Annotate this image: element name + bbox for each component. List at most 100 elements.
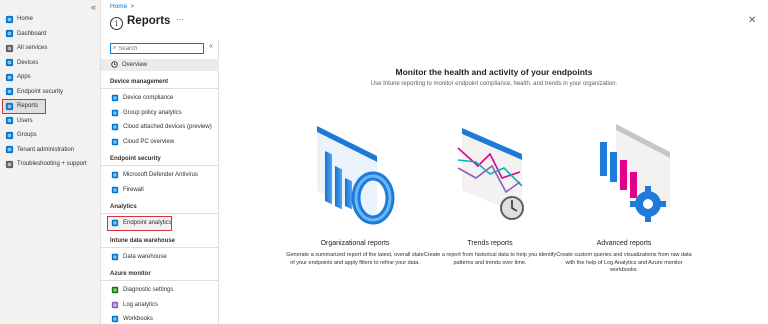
menu-item-label: Endpoint analytics <box>123 220 172 227</box>
menu-section-header: Analytics <box>101 201 219 214</box>
menu-item-diagnostic-settings[interactable]: Diagnostic settings <box>101 283 219 298</box>
left-navigation: « Home Dashboard All services Devices Apps En… <box>0 0 101 324</box>
nav-item-label: All services <box>17 45 48 52</box>
menu-section-header: Intune data warehouse <box>101 235 219 248</box>
menu-item-label: Log analytics <box>123 301 159 308</box>
log-analytics-icon <box>111 301 119 309</box>
menu-item-data-warehouse[interactable]: Data warehouse <box>101 250 219 265</box>
defender-icon <box>111 171 119 179</box>
nav-item-label: Devices <box>17 59 39 66</box>
nav-item-label: Groups <box>17 132 37 139</box>
menu-section-header: Device management <box>101 76 219 89</box>
reports-menu: ⌕ « Overview Device management Device com… <box>101 40 219 324</box>
menu-section-header: Endpoint security <box>101 153 219 166</box>
search-box[interactable]: ⌕ <box>110 43 204 54</box>
endpoint-security-icon <box>5 87 14 96</box>
card-title: Advanced reports <box>596 240 652 247</box>
menu-item-label: Firewall <box>123 186 144 193</box>
menu-item-microsoft-defender-antivirus[interactable]: Microsoft Defender Antivirus <box>101 168 219 183</box>
menu-item-label: Cloud attached devices (preview) <box>123 124 212 131</box>
firewall-icon <box>111 186 119 194</box>
apps-icon <box>5 73 14 82</box>
menu-item-log-analytics[interactable]: Log analytics <box>101 298 219 313</box>
menu-item-cloud-pc-overview[interactable]: Cloud PC overview <box>101 135 219 150</box>
breadcrumb-separator: > <box>130 3 135 10</box>
all-services-icon <box>5 44 14 53</box>
collapse-menu-button[interactable]: « <box>209 43 213 50</box>
nav-item-users[interactable]: Users <box>0 114 100 129</box>
menu-item-firewall[interactable]: Firewall <box>101 183 219 198</box>
nav-item-home[interactable]: Home <box>0 12 100 27</box>
hero-subtitle: Use Intune reporting to monitor endpoint… <box>370 81 618 87</box>
nav-item-label: Troubleshooting + support <box>17 161 87 168</box>
home-icon <box>5 15 14 24</box>
card-description: Create custom queries and visualizations… <box>556 252 692 273</box>
nav-item-troubleshooting-support[interactable]: Troubleshooting + support <box>0 157 100 172</box>
search-icon: ⌕ <box>113 45 117 51</box>
close-button[interactable]: ✕ <box>748 15 756 26</box>
card-title: Organizational reports <box>320 240 390 247</box>
card-organizational-reports[interactable] <box>285 110 425 231</box>
tenant-admin-icon <box>5 145 14 154</box>
bar-chart-gear-illustration <box>600 124 670 222</box>
reports-icon <box>5 102 14 111</box>
bar-chart-illustration <box>317 126 395 225</box>
nav-item-devices[interactable]: Devices <box>0 56 100 71</box>
line-chart-clock-illustration <box>457 128 524 220</box>
breadcrumb: Home > <box>110 3 134 10</box>
nav-item-dashboard[interactable]: Dashboard <box>0 27 100 42</box>
menu-sections: Device management Device compliance Group … <box>101 76 219 324</box>
menu-item-cloud-attached-devices-preview[interactable]: Cloud attached devices (preview) <box>101 120 219 135</box>
endpoint-analytics-icon <box>111 219 119 227</box>
users-icon <box>5 116 14 125</box>
nav-item-label: Home <box>17 16 34 23</box>
card-title: Trends reports <box>467 240 513 247</box>
nav-item-label: Reports <box>17 103 39 110</box>
data-warehouse-icon <box>111 253 119 261</box>
cloud-attached-icon <box>111 123 119 131</box>
card-trends-reports[interactable] <box>420 110 560 231</box>
card-description: Create a report from historical data to … <box>423 252 557 266</box>
nav-item-label: Apps <box>17 74 31 81</box>
menu-item-label: Device compliance <box>123 95 174 102</box>
nav-item-label: Users <box>17 117 33 124</box>
group-policy-icon <box>111 109 119 117</box>
collapse-nav-button[interactable]: « <box>91 2 96 12</box>
overview-icon <box>111 60 118 70</box>
nav-item-all-services[interactable]: All services <box>0 41 100 56</box>
workbooks-icon <box>111 315 119 323</box>
nav-item-tenant-administration[interactable]: Tenant administration <box>0 143 100 158</box>
diagnostic-settings-icon <box>111 286 119 294</box>
card-description: Generate a summarized report of the late… <box>286 252 424 266</box>
breadcrumb-home-link[interactable]: Home <box>110 3 127 10</box>
nav-item-endpoint-security[interactable]: Endpoint security <box>0 85 100 100</box>
search-input[interactable] <box>118 44 199 53</box>
menu-item-label: Workbooks <box>123 316 153 323</box>
page-title: Reports <box>127 15 171 27</box>
info-icon: i <box>110 17 123 30</box>
menu-item-label: Diagnostic settings <box>123 287 174 294</box>
nav-item-apps[interactable]: Apps <box>0 70 100 85</box>
card-advanced-reports[interactable] <box>554 110 694 231</box>
groups-icon <box>5 131 14 140</box>
cloud-pc-icon <box>111 138 119 146</box>
menu-item-overview[interactable]: Overview <box>101 59 219 71</box>
nav-item-label: Tenant administration <box>17 146 75 153</box>
menu-item-label: Data warehouse <box>123 253 167 260</box>
menu-item-label: Cloud PC overview <box>123 138 175 145</box>
nav-item-groups[interactable]: Groups <box>0 128 100 143</box>
menu-item-group-policy-analytics[interactable]: Group policy analytics <box>101 106 219 121</box>
troubleshooting-icon <box>5 160 14 169</box>
nav-item-label: Endpoint security <box>17 88 64 95</box>
menu-item-device-compliance[interactable]: Device compliance <box>101 91 219 106</box>
more-options-button[interactable]: ··· <box>176 15 184 24</box>
overview-label: Overview <box>122 62 148 68</box>
menu-item-endpoint-analytics[interactable]: Endpoint analytics <box>107 216 172 231</box>
devices-icon <box>5 58 14 67</box>
menu-section-header: Azure monitor <box>101 268 219 281</box>
menu-item-workbooks[interactable]: Workbooks <box>101 312 219 324</box>
dashboard-icon <box>5 29 14 38</box>
nav-item-reports[interactable]: Reports <box>2 99 46 114</box>
device-compliance-icon <box>111 94 119 102</box>
hero-title: Monitor the health and activity of your … <box>395 67 593 77</box>
